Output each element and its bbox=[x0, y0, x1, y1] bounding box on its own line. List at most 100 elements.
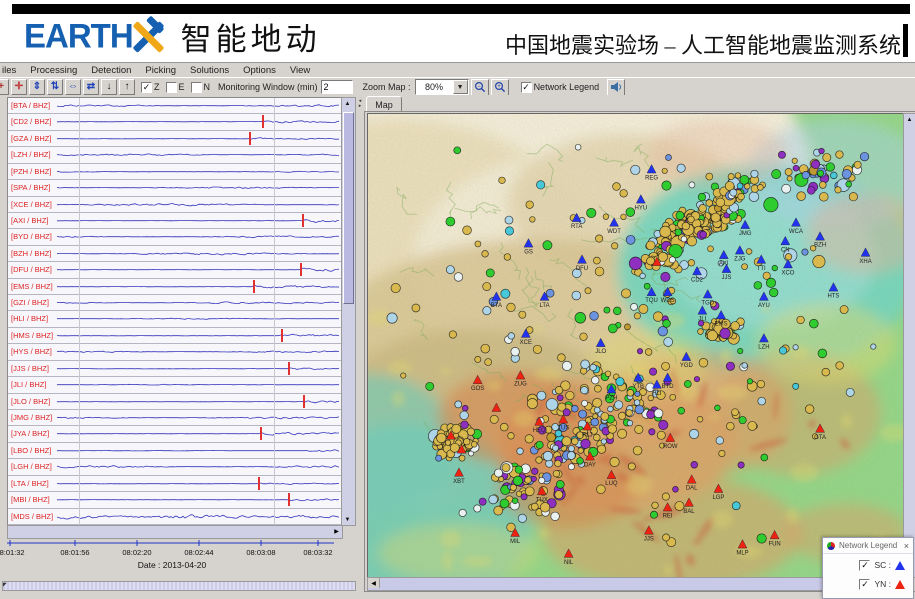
trace-row-lzhbhz[interactable]: [LZH / BHZ] bbox=[8, 147, 342, 163]
earthquake-event-dot[interactable] bbox=[797, 192, 806, 201]
earthquake-event-dot[interactable] bbox=[494, 506, 503, 515]
earthquake-event-dot[interactable] bbox=[757, 184, 763, 190]
earthquake-event-dot[interactable] bbox=[782, 184, 791, 193]
scroll-thumb[interactable] bbox=[343, 112, 354, 304]
trace-row-btabhz[interactable]: [BTA / BHZ] bbox=[8, 98, 342, 114]
earthquake-event-dot[interactable] bbox=[530, 217, 536, 223]
earthquake-event-dot[interactable] bbox=[871, 344, 876, 349]
earthquake-event-dot[interactable] bbox=[475, 241, 481, 247]
earthquake-event-dot[interactable] bbox=[633, 446, 642, 455]
earthquake-event-dot[interactable] bbox=[568, 446, 574, 452]
earthquake-event-dot[interactable] bbox=[551, 512, 560, 521]
earthquake-event-dot[interactable] bbox=[707, 330, 717, 340]
earthquake-event-dot[interactable] bbox=[647, 410, 655, 418]
earthquake-event-dot[interactable] bbox=[613, 307, 621, 315]
earthquake-event-dot[interactable] bbox=[731, 322, 740, 331]
earthquake-event-dot[interactable] bbox=[694, 376, 699, 381]
earthquake-event-dot[interactable] bbox=[581, 439, 591, 449]
earthquake-event-dot[interactable] bbox=[677, 164, 685, 172]
earthquake-event-dot[interactable] bbox=[646, 241, 655, 250]
earthquake-event-dot[interactable] bbox=[517, 448, 524, 455]
earthquake-event-dot[interactable] bbox=[437, 433, 447, 443]
earthquake-event-dot[interactable] bbox=[526, 201, 534, 209]
earthquake-event-dot[interactable] bbox=[652, 502, 659, 509]
earthquake-event-dot[interactable] bbox=[604, 307, 610, 313]
earthquake-event-dot[interactable] bbox=[593, 434, 600, 441]
expand-vertical-button[interactable]: ⇕ bbox=[29, 79, 45, 95]
earthquake-event-dot[interactable] bbox=[805, 405, 814, 414]
earthquake-event-dot[interactable] bbox=[575, 144, 581, 150]
trace-row-xcebhz[interactable]: [XCE / BHZ] bbox=[8, 197, 342, 213]
shift-up-button[interactable]: ↑ bbox=[119, 79, 135, 95]
earthquake-event-dot[interactable] bbox=[446, 266, 454, 274]
earthquake-event-dot[interactable] bbox=[533, 345, 541, 353]
trace-row-mbibhz[interactable]: [MBI / BHZ] bbox=[8, 492, 342, 508]
earthquake-event-dot[interactable] bbox=[738, 462, 744, 468]
trace-horizontal-scrollbar[interactable]: ▶ bbox=[7, 525, 343, 539]
earthquake-event-dot[interactable] bbox=[662, 181, 671, 190]
earthquake-event-dot[interactable] bbox=[860, 152, 869, 161]
earthquake-event-dot[interactable] bbox=[527, 398, 537, 408]
earthquake-event-dot[interactable] bbox=[546, 460, 553, 467]
trace-row-spabhz[interactable]: [SPA / BHZ] bbox=[8, 180, 342, 196]
pan-partial-button[interactable]: + bbox=[0, 79, 9, 95]
earthquake-event-dot[interactable] bbox=[670, 394, 676, 400]
earthquake-event-dot[interactable] bbox=[512, 498, 518, 504]
trace-row-hysbhz[interactable]: [HYS / BHZ] bbox=[8, 344, 342, 360]
earthquake-event-dot[interactable] bbox=[637, 348, 642, 353]
component-n-checkbox[interactable] bbox=[191, 82, 202, 93]
earthquake-event-dot[interactable] bbox=[778, 151, 785, 158]
component-z-checkbox[interactable]: ✓ bbox=[141, 82, 152, 93]
earthquake-event-dot[interactable] bbox=[521, 494, 527, 500]
earthquake-event-dot[interactable] bbox=[730, 189, 737, 196]
earthquake-event-dot[interactable] bbox=[658, 326, 668, 336]
earthquake-event-dot[interactable] bbox=[764, 198, 778, 212]
earthquake-event-dot[interactable] bbox=[787, 176, 792, 181]
earthquake-event-dot[interactable] bbox=[546, 399, 558, 411]
trace-row-cd2bhz[interactable]: [CD2 / BHZ] bbox=[8, 114, 342, 130]
earthquake-event-dot[interactable] bbox=[585, 288, 591, 294]
sound-icon[interactable] bbox=[607, 79, 625, 96]
earthquake-event-dot[interactable] bbox=[546, 289, 554, 297]
earthquake-event-dot[interactable] bbox=[557, 395, 563, 401]
network-checkbox[interactable]: ✓ bbox=[859, 560, 870, 571]
earthquake-event-dot[interactable] bbox=[732, 502, 740, 510]
earthquake-event-dot[interactable] bbox=[719, 450, 725, 456]
earthquake-event-dot[interactable] bbox=[748, 421, 757, 430]
earthquake-event-dot[interactable] bbox=[631, 303, 638, 310]
p-pick-marker[interactable] bbox=[253, 280, 255, 293]
trace-vertical-scrollbar[interactable]: ▲ ▼ bbox=[341, 97, 356, 526]
menu-item-options[interactable]: Options bbox=[243, 65, 276, 76]
earthquake-event-dot[interactable] bbox=[634, 400, 640, 406]
earthquake-event-dot[interactable] bbox=[854, 161, 861, 168]
earthquake-event-dot[interactable] bbox=[706, 173, 713, 180]
earthquake-event-dot[interactable] bbox=[742, 363, 748, 369]
earthquake-event-dot[interactable] bbox=[608, 425, 617, 434]
trace-row-hlibhz[interactable]: [HLI / BHZ] bbox=[8, 311, 342, 327]
earthquake-event-dot[interactable] bbox=[785, 253, 792, 260]
earthquake-event-dot[interactable] bbox=[751, 170, 758, 177]
earthquake-event-dot[interactable] bbox=[819, 148, 825, 154]
earthquake-event-dot[interactable] bbox=[608, 406, 614, 412]
earthquake-event-dot[interactable] bbox=[842, 169, 851, 178]
earthquake-event-dot[interactable] bbox=[590, 311, 599, 320]
earthquake-event-dot[interactable] bbox=[682, 222, 690, 230]
earthquake-event-dot[interactable] bbox=[568, 464, 574, 470]
trace-row-jlibhz[interactable]: [JLI / BHZ] bbox=[8, 377, 342, 393]
trace-row-jmgbhz[interactable]: [JMG / BHZ] bbox=[8, 410, 342, 426]
trace-row-emsbhz[interactable]: [EMS / BHZ] bbox=[8, 279, 342, 295]
scroll-up-icon[interactable]: ▲ bbox=[342, 98, 353, 109]
earthquake-event-dot[interactable] bbox=[401, 373, 406, 378]
earthquake-event-dot[interactable] bbox=[505, 216, 513, 224]
trace-row-bzhbhz[interactable]: [BZH / BHZ] bbox=[8, 246, 342, 262]
earthquake-event-dot[interactable] bbox=[793, 165, 799, 171]
earthquake-event-dot[interactable] bbox=[610, 457, 619, 466]
trace-row-jjsbhz[interactable]: [JJS / BHZ] bbox=[8, 361, 342, 377]
legend-title-bar[interactable]: Network Legend × bbox=[823, 538, 913, 554]
earthquake-event-dot[interactable] bbox=[749, 192, 759, 202]
earthquake-event-dot[interactable] bbox=[802, 249, 808, 255]
earthquake-event-dot[interactable] bbox=[835, 187, 841, 193]
close-icon[interactable]: × bbox=[904, 541, 909, 551]
earthquake-event-dot[interactable] bbox=[591, 418, 599, 426]
earthquake-event-dot[interactable] bbox=[772, 265, 778, 271]
